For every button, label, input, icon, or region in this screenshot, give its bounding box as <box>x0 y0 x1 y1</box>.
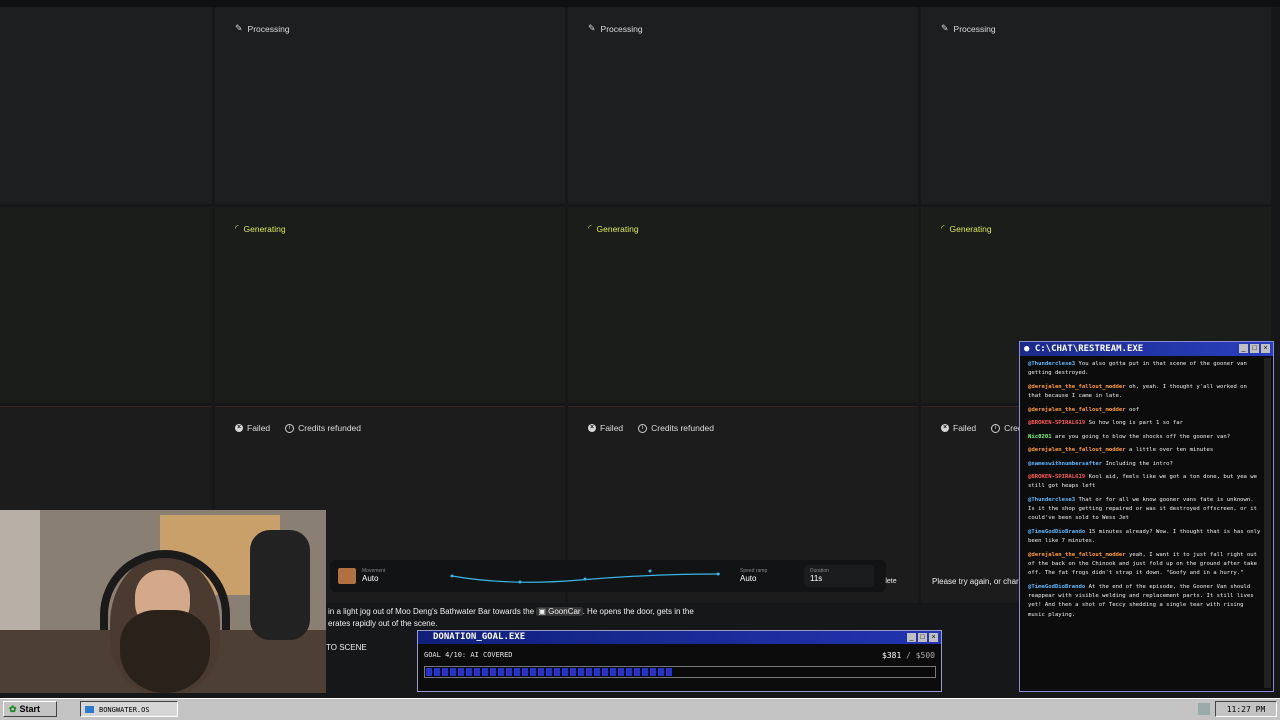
window-controls: _ □ × <box>907 633 938 642</box>
maximize-icon[interactable]: □ <box>1250 344 1259 353</box>
close-circle-icon: × <box>588 424 596 432</box>
prompt-settings-bar: Movement Auto Speed ramp Auto Duration 1… <box>330 560 886 592</box>
chat-text: oof <box>1129 406 1140 413</box>
donation-goal-label: GOAL 4/10: AI COVERED <box>424 651 513 659</box>
grid-cell[interactable]: ✎ Processing <box>568 7 918 204</box>
chat-text: So how long is part 1 so far <box>1088 420 1183 427</box>
info-icon: i <box>638 423 648 433</box>
taskbar-item[interactable]: BONGWATER.OS <box>80 701 178 717</box>
chat-message: @derejalen_the_fallout_modder yeah, I wa… <box>1028 551 1261 579</box>
status-generating: ◜ Generating <box>941 223 992 234</box>
donation-amount: $381 / $500 <box>882 651 935 660</box>
chat-message: Nic0201 are you going to blow the shocks… <box>1028 433 1261 442</box>
chat-username: @nameswithnumbersafter <box>1028 460 1103 467</box>
chat-message: @TimeGodDioBrando At the end of the epis… <box>1028 583 1261 620</box>
speed-ramp-select[interactable]: Speed ramp Auto <box>740 568 767 583</box>
maximize-icon[interactable]: □ <box>918 633 927 642</box>
to-scene-label: TO SCENE <box>326 643 367 652</box>
chat-username: Nic0201 <box>1028 433 1052 440</box>
chat-message: @TimeGodDioBrando 15 minutes already? Wo… <box>1028 528 1261 547</box>
duration-field[interactable]: Duration 11s <box>804 565 874 587</box>
window-icon: ● <box>1024 344 1030 354</box>
spinner-icon: ◜ <box>941 223 945 233</box>
status-failed: × Failed i Credits refunded <box>235 423 361 433</box>
donation-progress-bar <box>424 666 936 678</box>
movement-select[interactable]: Movement Auto <box>362 568 385 583</box>
chat-scrollbar[interactable] <box>1264 358 1271 688</box>
chat-text: a little over ten minutes <box>1129 447 1214 454</box>
window-icon <box>85 706 94 713</box>
pencil-icon: ✎ <box>588 23 596 33</box>
grid-cell[interactable]: ◜ Generating <box>568 207 918 403</box>
chat-messages: @Thunderclese3 You also gotta put in tha… <box>1020 356 1273 620</box>
chat-username: @Thunderclese3 <box>1028 361 1076 367</box>
status-processing: ✎ Processing <box>235 23 290 34</box>
spinner-icon: ◜ <box>588 223 592 233</box>
chat-text: are you going to blow the shocks off the… <box>1054 433 1231 440</box>
thumbnail <box>338 568 356 584</box>
car-icon: ▣ <box>538 607 546 616</box>
chat-username: @BROKEN-SPIRAL619 <box>1028 420 1086 427</box>
info-icon: i <box>991 423 1001 433</box>
pencil-icon: ✎ <box>941 23 949 33</box>
status-processing: ✎ Processing <box>588 23 643 34</box>
grid-cell[interactable]: ◜ Generating <box>215 207 565 403</box>
chat-message: @derejalen_the_fallout_modder oof <box>1028 406 1261 415</box>
chat-text: Including the intro? <box>1105 460 1173 467</box>
start-button[interactable]: ✿ Start <box>3 701 57 717</box>
chat-username: @derejalen_the_fallout_modder <box>1028 551 1126 558</box>
minimize-icon[interactable]: _ <box>907 633 916 642</box>
prompt-chip[interactable]: ▣ GoonCar <box>536 607 583 616</box>
window-controls: _ □ × <box>1239 344 1270 353</box>
start-icon: ✿ <box>9 704 17 714</box>
chat-username: @Thunderclese3 <box>1028 496 1076 503</box>
speed-curve[interactable] <box>450 564 722 588</box>
chat-username: @BROKEN-SPIRAL619 <box>1028 473 1086 480</box>
retry-message: Please try again, or char <box>932 577 1019 586</box>
status-generating: ◜ Generating <box>235 223 286 234</box>
status-failed: × Failed i Credits refunded <box>588 423 714 433</box>
donation-title-bar[interactable]: DONATION_GOAL.EXE <box>418 631 941 644</box>
delete-button[interactable]: lete <box>876 572 906 592</box>
chat-username: @TimeGodDioBrando <box>1028 583 1086 590</box>
close-circle-icon: × <box>941 424 949 432</box>
close-icon[interactable]: × <box>929 633 938 642</box>
chat-message: @Thunderclese3 That or for all we know g… <box>1028 496 1261 524</box>
grid-cell[interactable]: ✎ Processing <box>921 7 1271 204</box>
grid-cell[interactable]: ✎ Processing <box>215 7 565 204</box>
prompt-text[interactable]: in a light jog out of Moo Deng's Bathwat… <box>328 606 888 630</box>
taskbar: ✿ Start BONGWATER.OS 11:27 PM <box>0 698 1280 720</box>
webcam-overlay <box>0 510 326 693</box>
spinner-icon: ◜ <box>235 223 239 233</box>
chat-window[interactable]: ● C:\CHAT\RESTREAM.EXE _ □ × @Thundercle… <box>1019 341 1274 692</box>
close-icon[interactable]: × <box>1261 344 1270 353</box>
info-icon: i <box>285 423 295 433</box>
chat-message: @Thunderclese3 You also gotta put in tha… <box>1028 360 1261 379</box>
chat-message: @BROKEN-SPIRAL619 So how long is part 1 … <box>1028 419 1261 428</box>
grid-cell[interactable] <box>0 207 212 403</box>
chat-username: @TimeGodDioBrando <box>1028 528 1086 535</box>
chat-message: @derejalen_the_fallout_modder a little o… <box>1028 446 1261 455</box>
close-circle-icon: × <box>235 424 243 432</box>
microphone-icon <box>250 530 310 640</box>
top-bar <box>0 0 1280 7</box>
pencil-icon: ✎ <box>235 23 243 33</box>
clock: 11:27 PM <box>1215 701 1277 717</box>
grid-cell[interactable] <box>0 7 212 204</box>
tray-icon[interactable] <box>1198 703 1210 715</box>
chat-title-bar[interactable]: ● C:\CHAT\RESTREAM.EXE <box>1020 342 1273 356</box>
status-failed: × Failed i Credi <box>941 423 1025 433</box>
status-generating: ◜ Generating <box>588 223 639 234</box>
donation-progress-fill <box>426 668 673 676</box>
chat-message: @BROKEN-SPIRAL619 Kool aid, feels like w… <box>1028 473 1261 492</box>
chat-username: @derejalen_the_fallout_modder <box>1028 447 1126 454</box>
chat-message: @derejalen_the_fallout_modder oh, yeah. … <box>1028 383 1261 402</box>
minimize-icon[interactable]: _ <box>1239 344 1248 353</box>
chat-username: @derejalen_the_fallout_modder <box>1028 383 1126 390</box>
chat-username: @derejalen_the_fallout_modder <box>1028 406 1126 413</box>
donation-window[interactable]: DONATION_GOAL.EXE _ □ × GOAL 4/10: AI CO… <box>417 630 942 692</box>
status-processing: ✎ Processing <box>941 23 996 34</box>
chat-message: @nameswithnumbersafter Including the int… <box>1028 460 1261 469</box>
